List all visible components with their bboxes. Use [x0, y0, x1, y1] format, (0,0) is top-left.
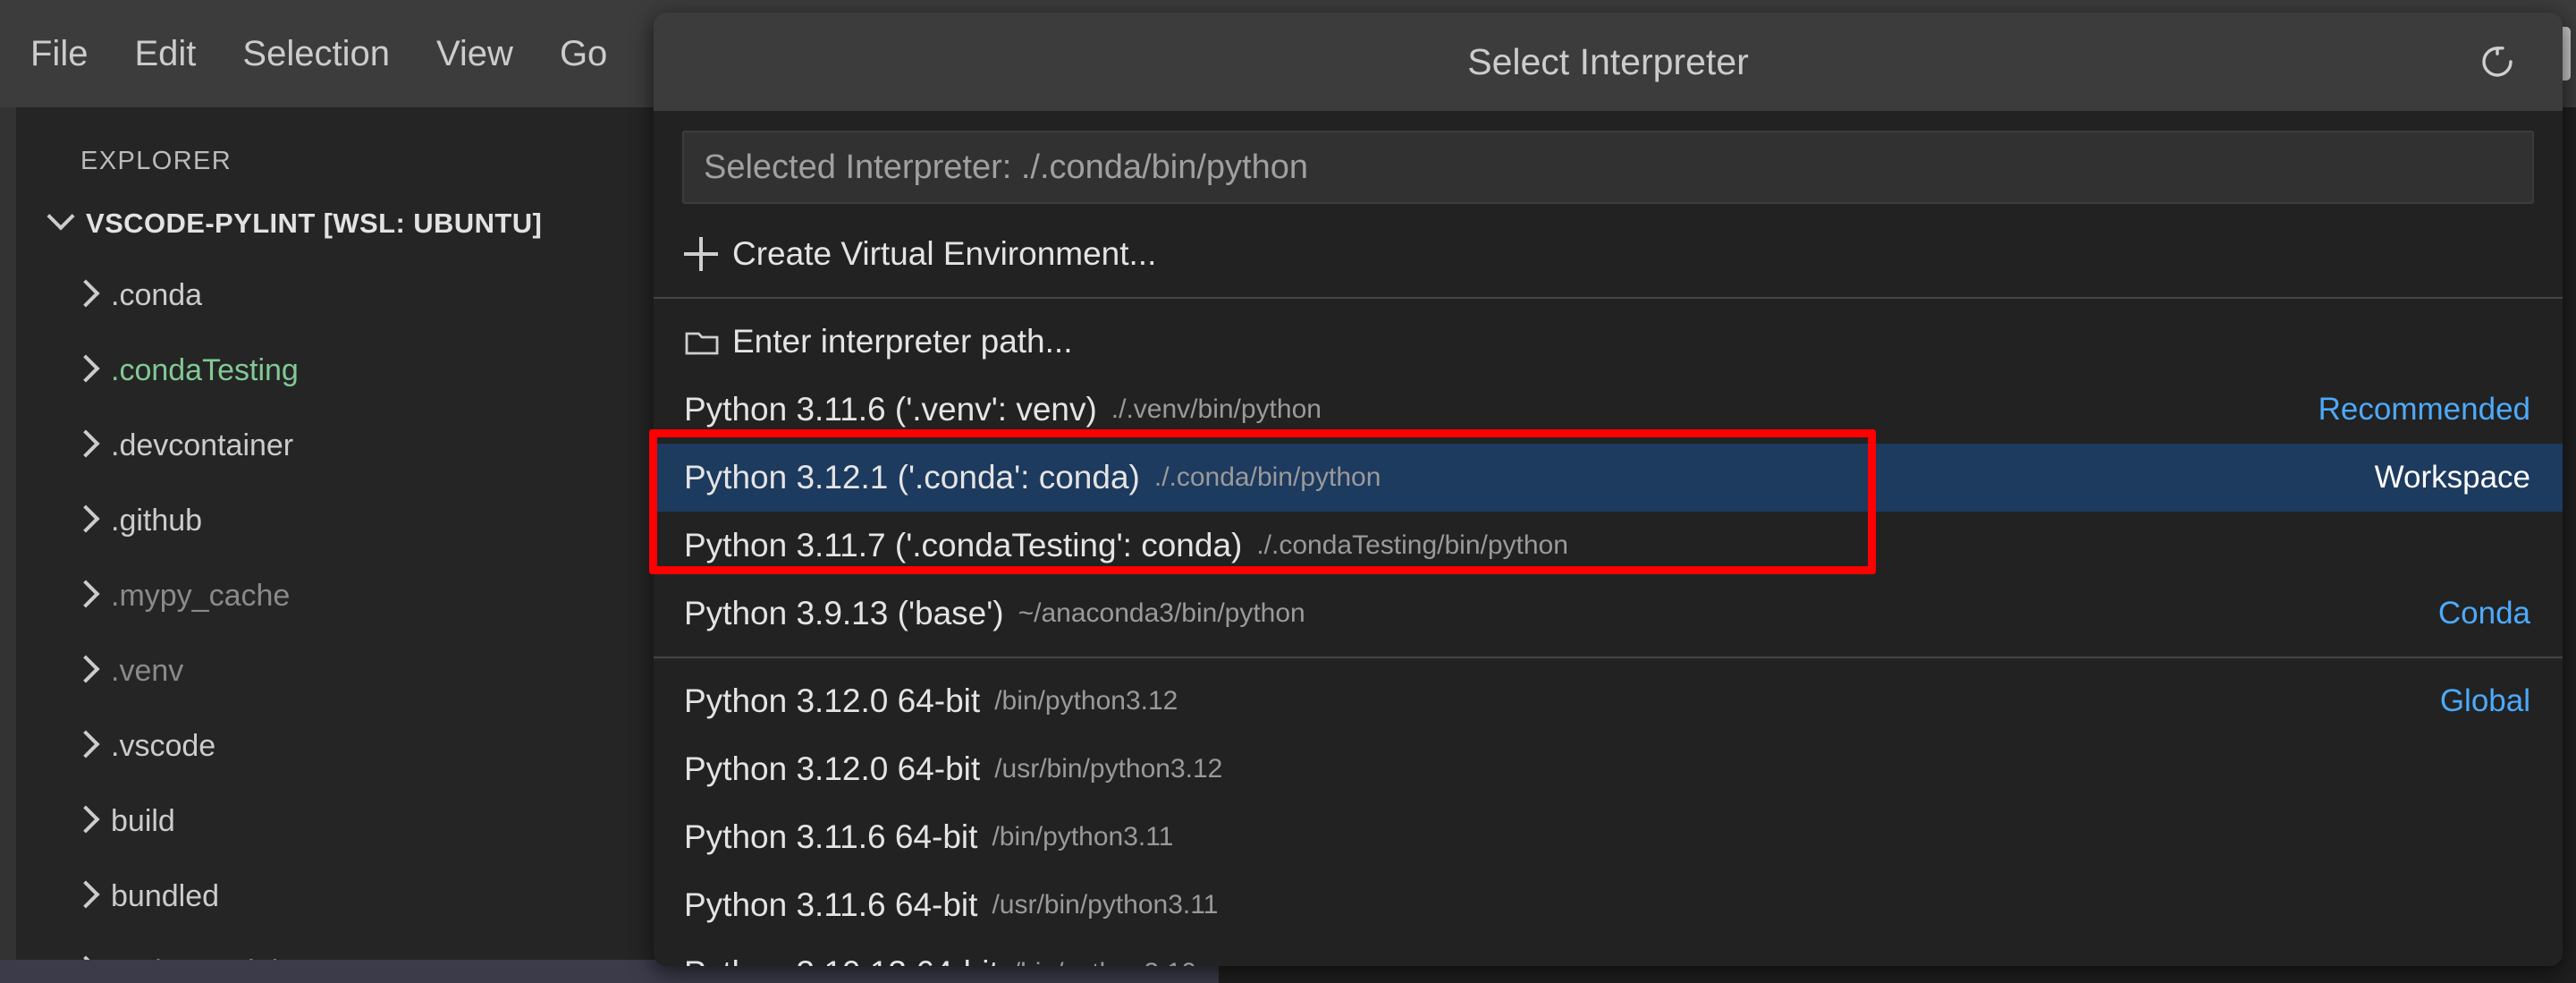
- menu-selection[interactable]: Selection: [219, 0, 413, 107]
- interpreter-row[interactable]: Python 3.10.13 64-bit/bin/python3.10: [654, 939, 2563, 966]
- interpreter-path: ./.condaTesting/bin/python: [1256, 530, 1568, 560]
- interpreter-label: Python 3.12.1 ('.conda': conda): [684, 459, 1140, 496]
- list-separator: [654, 297, 2563, 299]
- tree-item[interactable]: .conda: [16, 258, 662, 333]
- chevron-right-icon[interactable]: [61, 579, 111, 608]
- interpreter-path: /usr/bin/python3.11: [992, 890, 1219, 919]
- tree-item[interactable]: .venv: [16, 633, 662, 708]
- refresh-icon[interactable]: [2471, 36, 2523, 88]
- quickpick-action-list: Create Virtual Environment... Enter inter…: [654, 220, 2563, 376]
- menu-edit[interactable]: Edit: [111, 0, 219, 107]
- chevron-right-icon[interactable]: [61, 654, 111, 683]
- tree-item-label: .condaTesting: [111, 352, 299, 387]
- chevron-right-icon[interactable]: [61, 278, 111, 308]
- menu-file[interactable]: File: [7, 0, 111, 107]
- tree-item-label: .mypy_cache: [111, 578, 291, 613]
- quickpick-title: Select Interpreter: [1467, 40, 1749, 82]
- file-tree: .conda .condaTesting .devcontainer .github.…: [16, 258, 662, 962]
- tree-item-label: .devcontainer: [111, 428, 294, 462]
- tree-item[interactable]: bundled: [16, 859, 662, 934]
- tree-item[interactable]: build: [16, 784, 662, 859]
- interpreter-label: Python 3.12.0 64-bit: [684, 750, 981, 787]
- tree-item[interactable]: .mypy_cache: [16, 558, 662, 633]
- quickpick-header: Select Interpreter: [654, 13, 2563, 111]
- chevron-right-icon[interactable]: [61, 729, 111, 758]
- interpreter-path: /bin/python3.12: [994, 686, 1178, 716]
- interpreter-row-selected[interactable]: Python 3.12.1 ('.conda': conda) ./.conda/…: [654, 444, 2563, 512]
- interpreter-row[interactable]: Python 3.12.0 64-bit/bin/python3.12 Globa…: [654, 667, 2563, 735]
- interpreter-path: ./.venv/bin/python: [1111, 394, 1322, 424]
- interpreter-label: Python 3.9.13 ('base'): [684, 595, 1004, 631]
- interpreter-row[interactable]: Python 3.9.13 ('base') ~/anaconda3/bin/py…: [654, 580, 2563, 648]
- menu-go[interactable]: Go: [536, 0, 630, 107]
- interpreter-row[interactable]: Create Virtual Environment...: [654, 220, 2563, 288]
- explorer-title: EXPLORER: [80, 147, 232, 175]
- tree-item[interactable]: .devcontainer: [16, 408, 662, 483]
- interpreter-row[interactable]: Python 3.11.6 64-bit/bin/python3.11: [654, 803, 2563, 871]
- chevron-right-icon[interactable]: [61, 879, 111, 909]
- list-separator: [654, 657, 2563, 658]
- vscode-window: File Edit Selection View Go EXPLORER VSC…: [0, 0, 2576, 983]
- quickpick-body: Create Virtual Environment... Enter inter…: [654, 111, 2563, 966]
- interpreter-label: Python 3.10.13 64-bit: [684, 954, 999, 966]
- interpreter-label: Python 3.12.0 64-bit: [684, 682, 981, 719]
- interpreter-path: /bin/python3.11: [992, 822, 1174, 852]
- interpreter-label: Python 3.11.6 ('.venv': venv): [684, 391, 1097, 428]
- chevron-right-icon[interactable]: [61, 504, 111, 533]
- chevron-down-icon[interactable]: [36, 201, 86, 236]
- interpreter-row[interactable]: Python 3.11.6 64-bit/usr/bin/python3.11: [654, 871, 2563, 939]
- tree-item-label: .conda: [111, 277, 203, 312]
- interpreter-label: Create Virtual Environment...: [732, 235, 1157, 272]
- activity-bar: [0, 107, 16, 983]
- tree-item-label: .venv: [111, 653, 184, 688]
- interpreter-badge: Workspace: [2374, 460, 2530, 495]
- interpreter-badge: Global: [2439, 683, 2530, 718]
- interpreter-badge: Conda: [2437, 596, 2530, 631]
- plus-icon: [684, 237, 732, 271]
- interpreter-list: Python 3.11.6 ('.venv': venv) ./.venv/bin…: [654, 376, 2563, 966]
- interpreter-row[interactable]: Python 3.11.6 ('.venv': venv) ./.venv/bin…: [654, 376, 2563, 444]
- interpreter-path: /usr/bin/python3.12: [994, 754, 1223, 784]
- quickpick-input-wrap: [654, 111, 2563, 220]
- tree-root-folder[interactable]: VSCODE-PYLINT [WSL: UBUNTU]: [16, 190, 662, 258]
- chevron-right-icon[interactable]: [61, 353, 111, 383]
- explorer-sidebar: EXPLORER VSCODE-PYLINT [WSL: UBUNTU] .co…: [16, 107, 662, 962]
- interpreter-label: Enter interpreter path...: [732, 323, 1073, 360]
- interpreter-row[interactable]: Python 3.12.0 64-bit/usr/bin/python3.12: [654, 735, 2563, 803]
- tree-item[interactable]: node_modules: [16, 934, 662, 962]
- interpreter-path: /bin/python3.10: [1013, 958, 1196, 966]
- tree-item-label: bundled: [111, 878, 220, 913]
- tree-item[interactable]: .condaTesting: [16, 333, 662, 408]
- interpreter-label: Python 3.11.6 64-bit: [684, 886, 978, 923]
- interpreter-path: ./.conda/bin/python: [1153, 462, 1381, 492]
- interpreter-label: Python 3.11.6 64-bit: [684, 818, 978, 855]
- interpreter-badge: Recommended: [2318, 392, 2530, 427]
- interpreter-path: ~/anaconda3/bin/python: [1018, 598, 1305, 628]
- tree-item[interactable]: .vscode: [16, 708, 662, 784]
- interpreter-filter-input[interactable]: [682, 131, 2534, 204]
- select-interpreter-quickpick: Select Interpreter Create Virtual Enviro…: [654, 13, 2563, 966]
- interpreter-label: Python 3.11.7 ('.condaTesting': conda): [684, 527, 1243, 564]
- folder-icon: [684, 326, 732, 358]
- tree-item-label: build: [111, 803, 175, 838]
- interpreter-row[interactable]: Python 3.11.7 ('.condaTesting': conda) ./…: [654, 512, 2563, 580]
- chevron-right-icon[interactable]: [61, 804, 111, 834]
- tree-item[interactable]: .github: [16, 483, 662, 558]
- interpreter-row[interactable]: Enter interpreter path...: [654, 308, 2563, 376]
- chevron-right-icon[interactable]: [61, 428, 111, 458]
- menu-view[interactable]: View: [413, 0, 536, 107]
- tree-item-label: .github: [111, 503, 203, 538]
- tree-item-label: .vscode: [111, 728, 216, 763]
- tree-root-label: VSCODE-PYLINT [WSL: UBUNTU]: [86, 208, 543, 239]
